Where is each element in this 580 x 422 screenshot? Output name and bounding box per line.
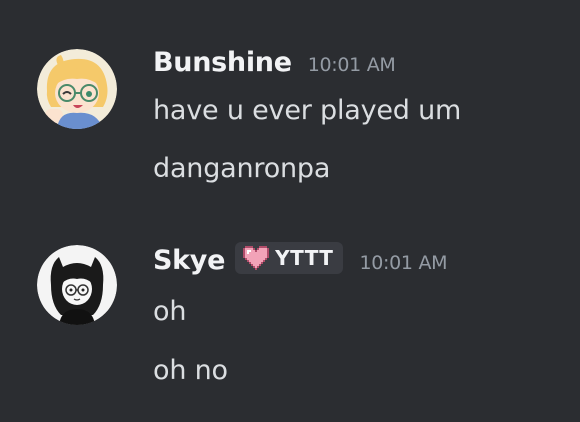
avatar-skye-image — [37, 245, 117, 325]
message-text: oh — [153, 296, 187, 327]
server-tag-label: YTTT — [275, 246, 334, 270]
server-tag[interactable]: YTTT — [235, 242, 344, 274]
message-header: Bunshine 10:01 AM — [153, 47, 396, 78]
avatar-bunshine-image — [37, 49, 117, 129]
message-header: Skye YTTT 10:01 AM — [153, 242, 448, 277]
message-text: danganronpa — [153, 153, 331, 184]
username[interactable]: Bunshine — [153, 47, 292, 78]
message-text: have u ever played um — [153, 95, 462, 126]
timestamp: 10:01 AM — [307, 54, 396, 76]
message-text: oh no — [153, 355, 228, 386]
timestamp: 10:01 AM — [359, 252, 448, 274]
avatar-bunshine[interactable] — [37, 49, 117, 129]
pixel-heart-icon — [243, 246, 270, 270]
avatar-skye[interactable] — [37, 245, 117, 325]
username[interactable]: Skye — [153, 245, 225, 276]
